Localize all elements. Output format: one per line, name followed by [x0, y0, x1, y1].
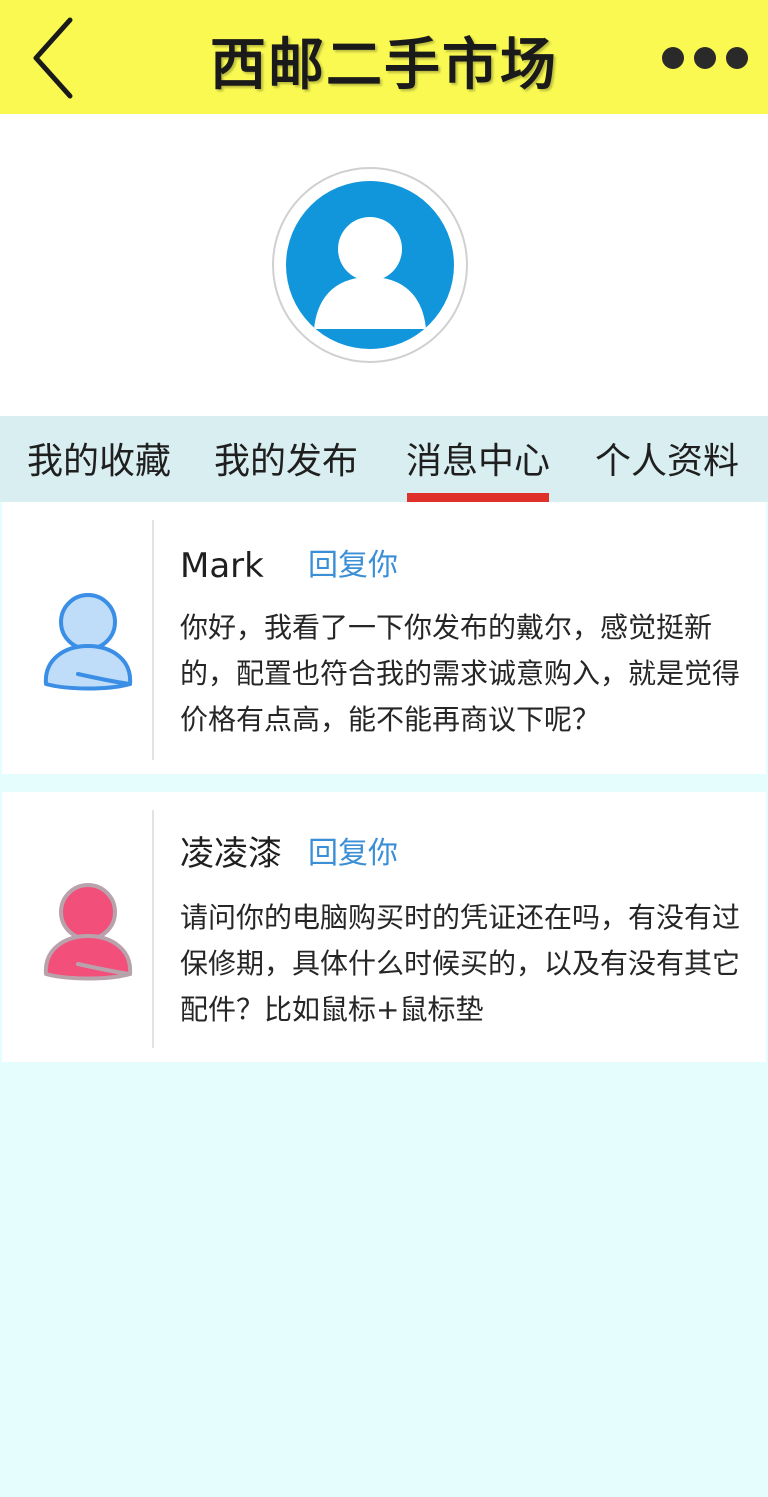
profile-avatar[interactable]	[272, 167, 468, 363]
profile-curve	[0, 354, 768, 414]
user-avatar-icon	[286, 181, 454, 349]
tab-favorites[interactable]: 我的收藏	[27, 438, 171, 486]
more-dot	[694, 47, 716, 69]
tab-bar: 我的收藏 我的发布 消息中心 个人资料	[0, 420, 768, 502]
message-card[interactable]: 凌凌漆 回复你 请问你的电脑购买时的凭证还在吗，有没有过保修期，具体什么时候买的…	[2, 792, 766, 1062]
more-button[interactable]	[662, 40, 748, 76]
card-divider	[152, 810, 154, 1048]
more-dot	[662, 47, 684, 69]
more-dot	[726, 47, 748, 69]
sender-avatar	[38, 586, 138, 696]
user-blue-icon	[43, 593, 133, 691]
message-text: 你好，我看了一下你发布的戴尔，感觉挺新的，配置也符合我的需求诚意购入，就是觉得价…	[180, 611, 741, 736]
reply-link[interactable]: 回复你	[308, 544, 398, 588]
reply-link[interactable]: 回复你	[308, 832, 398, 876]
app-header: 西邮二手市场	[0, 0, 768, 114]
message-text: 请问你的电脑购买时的凭证还在吗，有没有过保修期，具体什么时候买的，以及有没有其它…	[180, 901, 741, 1026]
sender-name: 凌凌漆	[180, 834, 282, 874]
tab-profile[interactable]: 个人资料	[595, 438, 739, 486]
card-divider	[152, 520, 154, 760]
tab-my-posts[interactable]: 我的发布	[214, 438, 358, 486]
page-title: 西邮二手市场	[210, 32, 558, 98]
sender-name: Mark	[180, 546, 264, 586]
tab-messages[interactable]: 消息中心	[406, 438, 550, 486]
active-tab-indicator	[407, 493, 549, 502]
message-card[interactable]: Mark 回复你 你好，我看了一下你发布的戴尔，感觉挺新的，配置也符合我的需求诚…	[2, 502, 766, 774]
user-pink-icon	[43, 883, 133, 981]
sender-avatar	[38, 876, 138, 986]
